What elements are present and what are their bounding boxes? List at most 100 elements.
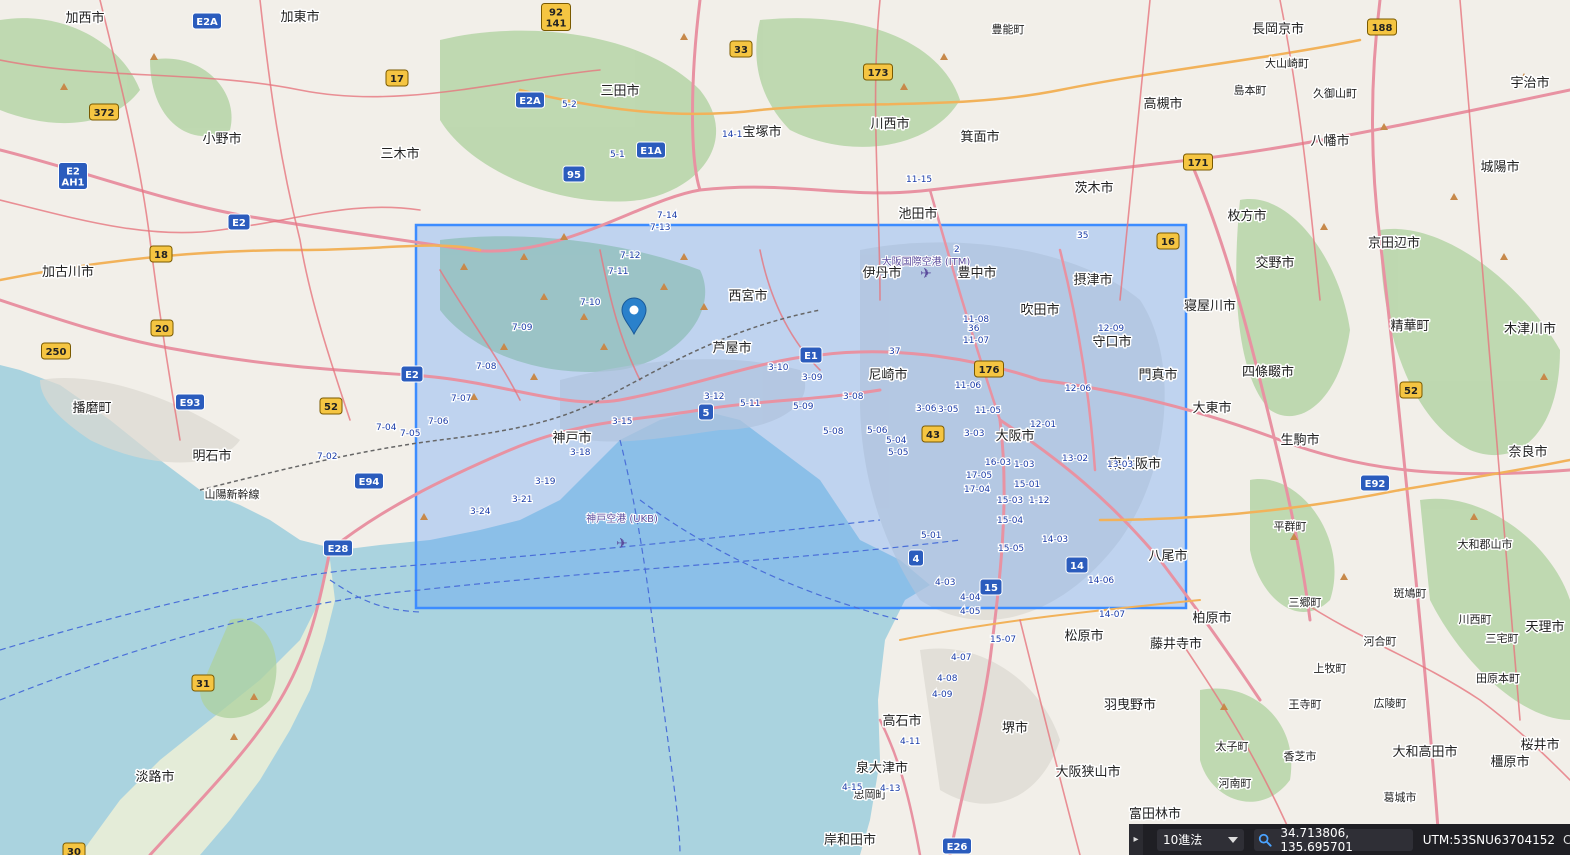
junction-number: 3-09 — [802, 373, 823, 383]
junction-number: 35 — [1077, 231, 1088, 241]
city-label: 尼崎市 — [868, 367, 907, 383]
city-label: 城陽市 — [1480, 159, 1519, 175]
city-label: 河南町 — [1219, 777, 1252, 790]
city-label: 田原本町 — [1476, 671, 1520, 685]
city-label: 桜井市 — [1520, 737, 1559, 753]
junction-number: 5-05 — [888, 448, 908, 458]
route-shield-label: 16 — [1161, 237, 1175, 248]
city-label: 泉大津市 — [856, 760, 908, 776]
route-shield: 188 — [1367, 18, 1397, 36]
junction-number: 3-19 — [535, 477, 556, 487]
city-label: 豊中市 — [957, 265, 996, 281]
city-label: 加西市 — [65, 10, 104, 26]
junction-number: 5-01 — [921, 531, 941, 541]
search-icon — [1259, 833, 1273, 847]
svg-text:神戸空港 (UKB): 神戸空港 (UKB) — [586, 512, 658, 525]
junction-number: 11-07 — [963, 336, 989, 346]
city-label: 島本町 — [1234, 83, 1267, 97]
city-label: 宇治市 — [1510, 75, 1549, 91]
route-shield: 176 — [974, 360, 1004, 378]
city-label: 木津川市 — [1504, 321, 1556, 337]
junction-number: 7-02 — [317, 452, 337, 462]
route-shield: E26 — [942, 837, 972, 855]
route-shield-label: 176 — [979, 365, 1000, 376]
junction-number: 7-06 — [428, 417, 449, 427]
city-label: 三郷町 — [1289, 595, 1322, 609]
route-shield: E2 — [400, 365, 424, 383]
route-shield: 14 — [1065, 556, 1089, 574]
chevron-down-icon — [1228, 836, 1239, 843]
city-label: 交野市 — [1255, 255, 1294, 271]
junction-number: 4-03 — [935, 578, 955, 588]
coordinates-value: 34.713806, 135.695701 — [1280, 825, 1353, 854]
junction-number: 4-15 — [842, 783, 862, 793]
city-label: 斑鳩町 — [1394, 586, 1427, 600]
map-canvas[interactable]: 大阪国際空港 (ITM) ✈ 神戸空港 (UKB) ✈ 加西市 加東市三田市宝塚市… — [0, 0, 1570, 855]
route-shield: 52 — [1399, 381, 1423, 399]
route-shield: 5 — [698, 403, 714, 421]
route-shield-label: 18 — [154, 250, 168, 261]
city-label: 生駒市 — [1280, 432, 1319, 448]
route-shield-label: E2 — [405, 370, 419, 381]
coordinate-search-box[interactable]: 34.713806, 135.695701 — [1254, 825, 1413, 854]
junction-number: 7-09 — [512, 323, 533, 333]
city-label: 岸和田市 — [824, 832, 876, 848]
city-label: 芦屋市 — [712, 340, 751, 356]
copy-icon[interactable]: C — [1563, 833, 1570, 847]
junction-number: 3-08 — [843, 392, 864, 402]
coordinate-format-select[interactable]: 10進法 — [1157, 828, 1245, 851]
junction-number: 7-08 — [476, 362, 497, 372]
junction-number: 3-15 — [612, 417, 632, 427]
city-label: 川西町 — [1459, 613, 1492, 626]
route-shield: E1 — [799, 346, 823, 364]
junction-number: 3-06 — [916, 404, 937, 414]
junction-number: 7-14 — [657, 211, 678, 221]
junction-number: 7-13 — [650, 223, 670, 233]
junction-number: 3-03 — [964, 429, 984, 439]
city-label: 吹田市 — [1020, 302, 1059, 318]
route-shield-label: 5 — [703, 408, 710, 419]
junction-number: 17-05 — [966, 471, 992, 481]
collapse-bar-button[interactable]: ▸ — [1129, 824, 1144, 855]
city-label: 豊能町 — [992, 22, 1025, 36]
route-shield: 52 — [319, 397, 343, 415]
city-label: 八幡市 — [1310, 133, 1349, 149]
route-shield-label: 20 — [155, 324, 169, 335]
route-shield-label: 4 — [913, 554, 920, 565]
route-shield-label: 250 — [46, 347, 67, 358]
city-label: 富田林市 — [1129, 806, 1181, 822]
route-shield-label: 173 — [868, 68, 889, 79]
city-label: 川西市 — [870, 116, 909, 132]
junction-number: 1-12 — [1029, 496, 1049, 506]
route-shield: E2AH1 — [58, 162, 88, 190]
selection-rectangle[interactable] — [414, 223, 1188, 610]
route-shield-label: E94 — [359, 477, 380, 488]
junction-number: 5-2 — [562, 100, 577, 110]
junction-number: 17-04 — [964, 485, 990, 495]
route-shield-label: E2A — [196, 17, 218, 28]
city-label: 天理市 — [1525, 619, 1564, 635]
route-shield: 20 — [150, 319, 174, 337]
route-shield-label: E28 — [328, 544, 349, 555]
utm-value: UTM:53SNU63704152 — [1422, 832, 1555, 847]
junction-number: 15-05 — [998, 544, 1024, 554]
route-shield: 173 — [863, 63, 893, 81]
junction-number: 3-24 — [470, 507, 491, 517]
route-shield: E93 — [175, 393, 205, 411]
coordinate-format-value: 10進法 — [1163, 833, 1203, 847]
route-shield-label: 17 — [390, 74, 404, 85]
route-shield: E94 — [354, 472, 384, 490]
route-shield-label: E2 — [66, 167, 80, 178]
junction-number: 4-11 — [900, 737, 920, 747]
route-shield-label: 33 — [734, 45, 748, 56]
junction-number: 12-09 — [1098, 324, 1124, 334]
city-label: 加東市 — [280, 9, 319, 25]
route-shield: 17 — [385, 69, 409, 87]
city-label: 淡路市 — [135, 769, 174, 785]
route-shield: 250 — [41, 342, 71, 360]
route-shield: 33 — [729, 40, 753, 58]
route-shield: 43 — [921, 425, 945, 443]
junction-number: 7-10 — [580, 298, 601, 308]
junction-number: 7-12 — [620, 251, 640, 261]
route-shield-label: 30 — [67, 847, 81, 855]
